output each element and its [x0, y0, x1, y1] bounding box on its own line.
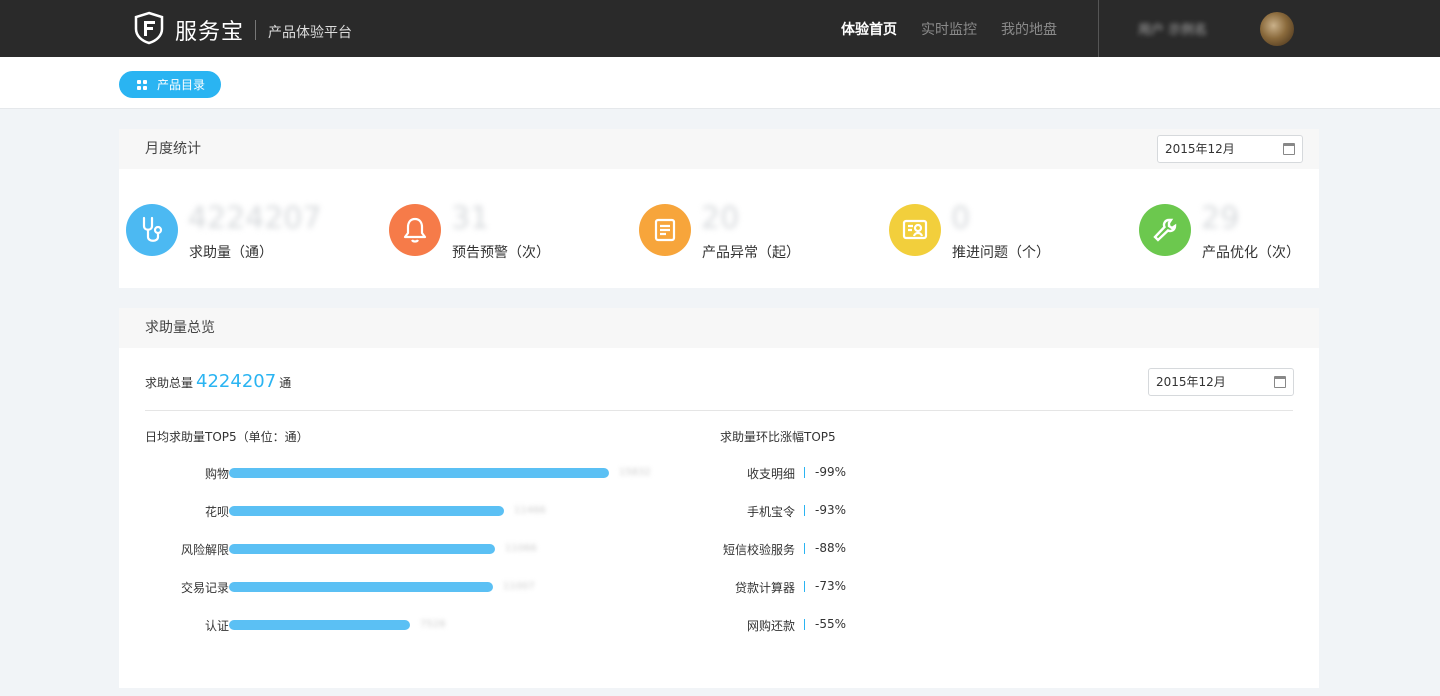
calendar-icon: [1283, 143, 1295, 155]
shield-logo-icon[interactable]: [133, 11, 165, 45]
brand-name[interactable]: 服务宝: [175, 14, 244, 46]
bar-label: 购物: [204, 467, 229, 481]
product-catalog-label: 产品目录: [157, 78, 206, 92]
growth-divider: [804, 581, 805, 592]
user-name[interactable]: 用户 示例名: [1138, 19, 1207, 38]
growth-item-value: -88%: [815, 541, 847, 555]
total-unit: 通: [279, 376, 292, 390]
stat-value: 0: [951, 201, 971, 236]
growth-top5-title: 求助量环比涨幅TOP5: [720, 430, 836, 444]
growth-divider: [804, 467, 805, 478]
sub-toolbar: 产品目录: [0, 57, 1440, 109]
document-icon: [639, 204, 691, 256]
bar[interactable]: [229, 544, 495, 554]
bar-value-label: 11066: [505, 543, 537, 554]
date-value: 2015年12月: [1165, 142, 1235, 156]
brand-subtitle: 产品体验平台: [268, 25, 352, 41]
growth-item-label: 收支明细: [746, 467, 795, 481]
monthly-stats-panel: 月度统计 2015年12月 4224207 求助量（通） 31 预告预警（次） …: [119, 129, 1319, 288]
divider: [145, 410, 1293, 411]
growth-divider: [804, 505, 805, 516]
growth-item-label: 短信校验服务: [722, 543, 795, 557]
growth-item-label: 贷款计算器: [734, 581, 795, 595]
grid-icon: [137, 79, 147, 90]
stat-value: 20: [701, 201, 740, 236]
growth-divider: [804, 619, 805, 630]
bar-value-label: 7528: [420, 619, 446, 630]
bell-icon: [389, 204, 441, 256]
wrench-icon: [1139, 204, 1191, 256]
bar-label: 交易记录: [180, 581, 229, 595]
daily-top5-title: 日均求助量TOP5（单位：通）: [145, 430, 309, 444]
growth-item-value: -93%: [815, 503, 847, 517]
growth-item-label: 手机宝令: [746, 505, 795, 519]
stat-label: 预告预警（次）: [452, 245, 550, 261]
monthly-date-picker[interactable]: 2015年12月: [1157, 135, 1303, 163]
bar-label: 认证: [204, 619, 229, 633]
stat-label: 产品优化（次）: [1202, 245, 1300, 261]
total-value: 4224207: [196, 371, 277, 392]
id-card-icon: [889, 204, 941, 256]
overview-date-picker[interactable]: 2015年12月: [1148, 368, 1294, 396]
avatar[interactable]: [1260, 12, 1294, 46]
total-prefix: 求助总量: [145, 376, 194, 390]
bar-value-label: 11466: [514, 505, 546, 516]
nav-monitoring[interactable]: 实时监控: [921, 19, 977, 39]
calendar-icon: [1274, 376, 1286, 388]
bar-label: 风险解限: [180, 543, 229, 557]
stat-value: 31: [451, 201, 490, 236]
panel-title: 月度统计: [119, 129, 1319, 169]
nav-my-space[interactable]: 我的地盘: [1001, 19, 1057, 39]
growth-item-value: -73%: [815, 579, 847, 593]
stat-value: 4224207: [188, 201, 322, 236]
bar[interactable]: [229, 582, 493, 592]
top-navigation-bar: 服务宝 产品体验平台 体验首页 实时监控 我的地盘 用户 示例名: [0, 0, 1440, 57]
total-help-volume: 求助总量 4224207 通: [145, 371, 291, 392]
date-value: 2015年12月: [1156, 375, 1226, 389]
bar[interactable]: [229, 468, 609, 478]
nav-home[interactable]: 体验首页: [841, 19, 897, 39]
stat-value: 29: [1201, 201, 1240, 236]
growth-item-label: 网购还款: [746, 619, 795, 633]
stethoscope-icon: [126, 204, 178, 256]
growth-item-value: -55%: [815, 617, 847, 631]
bar[interactable]: [229, 506, 504, 516]
stat-label: 求助量（通）: [189, 245, 273, 261]
nav-divider: [1098, 0, 1099, 57]
stat-label: 推进问题（个）: [952, 245, 1050, 261]
brand-divider: [255, 20, 256, 40]
growth-item-value: -99%: [815, 465, 847, 479]
bar-value-label: 11007: [503, 581, 535, 592]
growth-divider: [804, 543, 805, 554]
bar-label: 花呗: [204, 505, 229, 519]
panel-title: 求助量总览: [119, 308, 1319, 348]
bar[interactable]: [229, 620, 410, 630]
stat-label: 产品异常（起）: [702, 245, 800, 261]
product-catalog-button[interactable]: 产品目录: [119, 71, 221, 98]
help-overview-panel: 求助量总览 求助总量 4224207 通 2015年12月 日均求助量TOP5（单位…: [119, 308, 1319, 688]
